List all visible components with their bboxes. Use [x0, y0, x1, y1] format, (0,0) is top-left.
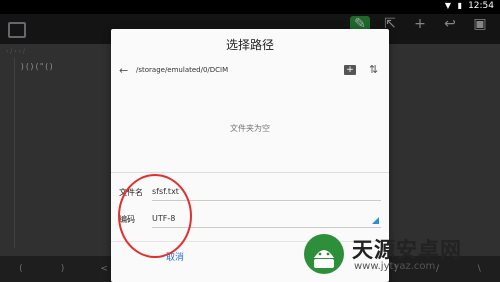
dropdown-triangle-icon[interactable]	[372, 217, 379, 224]
highlight-circle	[118, 174, 192, 258]
empty-folder-message: 文件夹为空	[230, 124, 270, 133]
new-folder-icon[interactable]: +	[344, 65, 356, 75]
watermark-name: 天源安卓网	[352, 238, 462, 262]
wifi-battery-icons: ▼ ▮	[444, 1, 464, 10]
status-time: 12:54	[468, 1, 494, 11]
back-arrow-icon[interactable]: ←	[119, 64, 128, 77]
watermark: 天源安卓网 www.jytyaz.com	[302, 228, 500, 282]
current-path: /storage/emulated/0/DCIM	[136, 66, 229, 74]
android-logo-icon	[304, 234, 344, 274]
sort-icon[interactable]: ⇅	[369, 63, 378, 76]
divider	[111, 172, 389, 173]
path-bar: ← /storage/emulated/0/DCIM + ⇅	[111, 61, 389, 83]
dialog-title: 选择路径	[225, 38, 274, 52]
status-bar: ▼ ▮ 12:54	[0, 0, 500, 14]
watermark-url: www.jytyaz.com	[354, 261, 436, 272]
